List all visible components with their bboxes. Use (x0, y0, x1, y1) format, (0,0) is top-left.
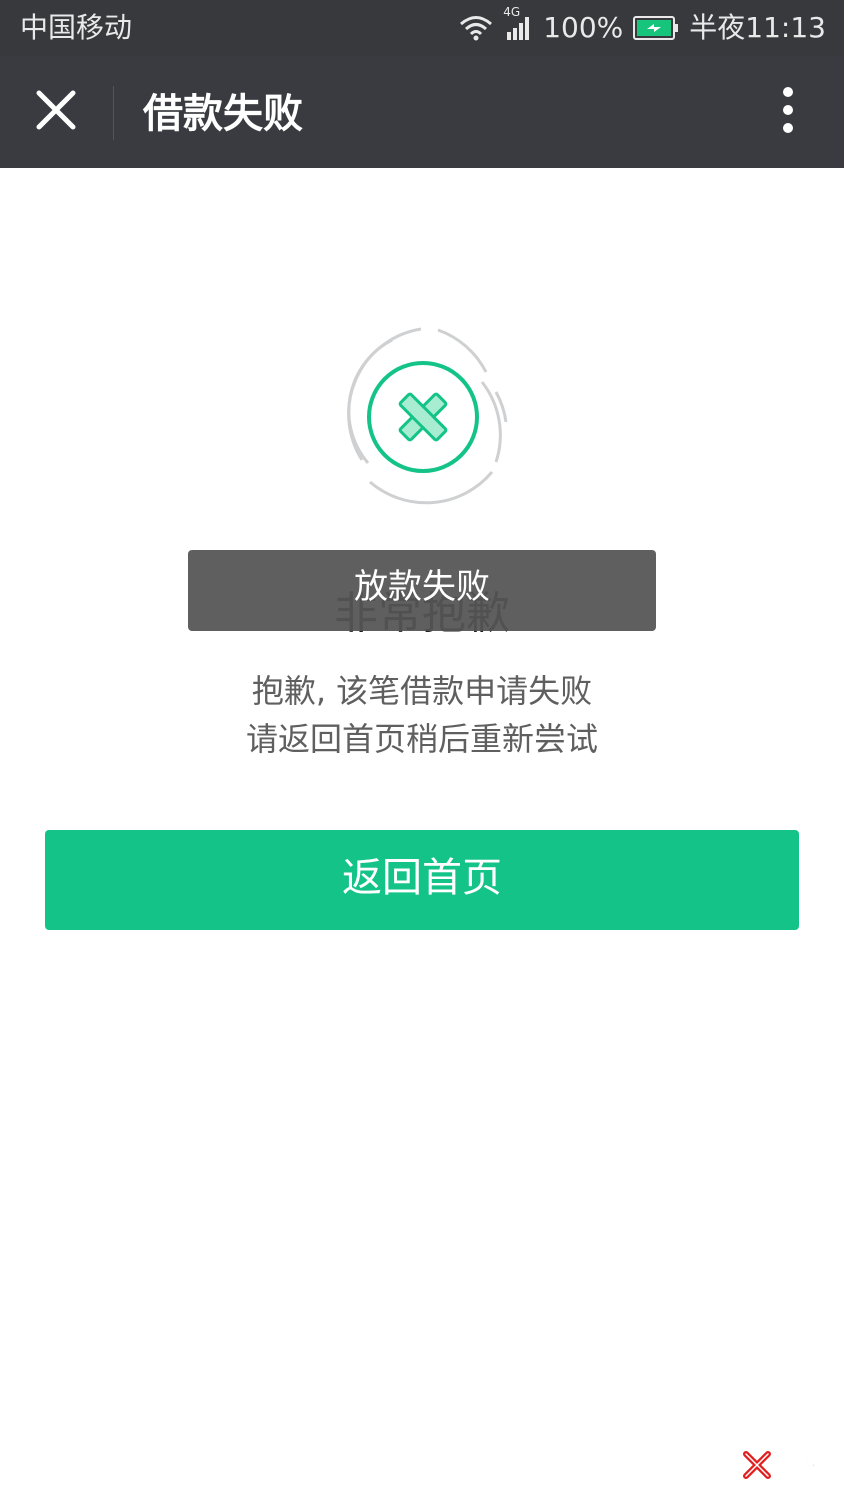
wifi-icon (459, 14, 493, 42)
close-button[interactable] (26, 82, 86, 142)
nav-divider (113, 86, 114, 140)
result-status-graphic (326, 322, 518, 508)
nav-bar: 借款失败 (0, 56, 844, 168)
network-type-label: 4G (503, 5, 521, 19)
battery-charging-icon (633, 16, 679, 40)
clock: 半夜11:13 (689, 11, 826, 44)
toast-message: 放款失败 (188, 550, 656, 631)
watermark-mark-icon (743, 1451, 771, 1479)
more-options-button[interactable] (766, 84, 810, 140)
error-x-icon (347, 327, 508, 505)
status-bar: 中国移动 4G 100% 半夜11:13 (0, 0, 844, 56)
carrier-label: 中国移动 (20, 11, 133, 44)
toast-text: 放款失败 (354, 567, 490, 607)
watermark-logo: 卡农社区 (742, 1400, 844, 1489)
page-title: 借款失败 (143, 91, 303, 137)
result-description-line1: 抱歉, 该笔借款申请失败 (251, 672, 593, 710)
status-indicators: 4G 100% 半夜11:13 (459, 6, 826, 46)
result-description-line2: 请返回首页稍后重新尝试 (245, 720, 598, 758)
cellular-signal-icon: 4G (503, 6, 533, 42)
battery-percent: 100% (543, 11, 624, 44)
more-vertical-icon (782, 86, 794, 138)
watermark-text: 卡农社区 (775, 1407, 844, 1489)
return-home-button[interactable]: 返回首页 (45, 830, 799, 930)
close-icon (36, 90, 76, 134)
